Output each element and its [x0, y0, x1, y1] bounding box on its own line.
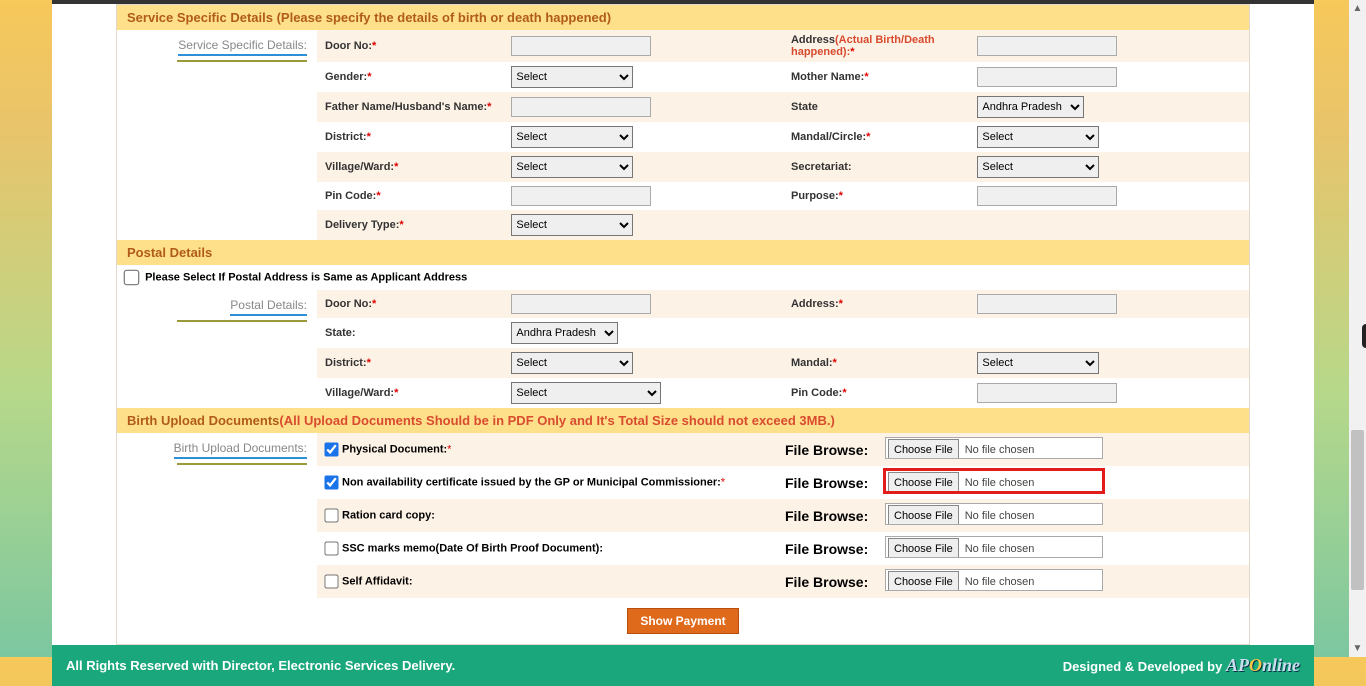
p-address-label: Address:	[791, 298, 839, 310]
postal-same-label: Please Select If Postal Address is Same …	[145, 271, 467, 283]
state-select[interactable]: Andhra Pradesh	[977, 96, 1084, 118]
p-door-label: Door No:	[325, 298, 372, 310]
upload-label-3: SSC marks memo(Date Of Birth Proof Docum…	[342, 542, 603, 554]
scroll-down-icon[interactable]: ▼	[1349, 640, 1366, 657]
service-section-header: Service Specific Details (Please specify…	[117, 5, 1249, 30]
upload-label-2: Ration card copy:	[342, 509, 435, 521]
p-village-label: Village/Ward:	[325, 387, 394, 399]
p-state-label: State:	[325, 327, 356, 339]
show-payment-button[interactable]: Show Payment	[627, 608, 738, 634]
upload-section-header: Birth Upload Documents(All Upload Docume…	[117, 408, 1249, 433]
aponline-logo: APOnline	[1226, 655, 1300, 675]
postal-section-header: Postal Details	[117, 240, 1249, 265]
upload-label-0: Physical Document:	[342, 443, 447, 455]
father-label: Father Name/Husband's Name:	[325, 101, 487, 113]
upload-side-label: Birth Upload Documents:	[117, 433, 317, 598]
p-pincode-input[interactable]	[977, 383, 1117, 403]
district-select[interactable]: Select	[511, 126, 633, 148]
choose-file-button-0[interactable]: Choose File	[888, 439, 959, 459]
delivery-select[interactable]: Select	[511, 214, 633, 236]
upload-label-4: Self Affidavit:	[342, 575, 413, 587]
p-address-input[interactable]	[977, 294, 1117, 314]
file-browse-label-0: File Browse:	[777, 433, 877, 466]
upload-checkbox-2[interactable]	[324, 508, 338, 522]
file-input-0[interactable]: Choose FileNo file chosen	[885, 437, 1103, 459]
file-input-4[interactable]: Choose FileNo file chosen	[885, 569, 1103, 591]
state-label: State	[791, 101, 818, 113]
choose-file-button-3[interactable]: Choose File	[888, 538, 959, 558]
file-input-2[interactable]: Choose FileNo file chosen	[885, 503, 1103, 525]
no-file-text-0: No file chosen	[959, 444, 1035, 456]
pincode-input[interactable]	[511, 186, 651, 206]
district-label: District:	[325, 131, 367, 143]
mother-input[interactable]	[977, 67, 1117, 87]
file-input-1[interactable]: Choose FileNo file chosen	[885, 470, 1103, 492]
village-select[interactable]: Select	[511, 156, 633, 178]
upload-label-1: Non availability certificate issued by t…	[342, 476, 721, 488]
upload-checkbox-3[interactable]	[324, 541, 338, 555]
upload-checkbox-4[interactable]	[324, 574, 338, 588]
secretariat-select[interactable]: Select	[977, 156, 1099, 178]
no-file-text-3: No file chosen	[959, 543, 1035, 555]
secretariat-label: Secretariat:	[791, 161, 852, 173]
gender-select[interactable]: Select	[511, 66, 633, 88]
p-door-input[interactable]	[511, 294, 651, 314]
upload-checkbox-0[interactable]	[324, 442, 338, 456]
address-input[interactable]	[977, 36, 1117, 56]
purpose-label: Purpose:	[791, 190, 839, 202]
file-browse-label-4: File Browse:	[777, 565, 877, 598]
address-label: Address	[791, 34, 835, 46]
p-mandal-select[interactable]: Select	[977, 352, 1099, 374]
door-no-label: Door No:	[325, 40, 372, 52]
gender-label: Gender:	[325, 71, 367, 83]
postal-side-label: Postal Details:	[117, 290, 317, 408]
no-file-text-4: No file chosen	[959, 576, 1035, 588]
choose-file-button-2[interactable]: Choose File	[888, 505, 959, 525]
no-file-text-2: No file chosen	[959, 510, 1035, 522]
choose-file-button-4[interactable]: Choose File	[888, 571, 959, 591]
mother-label: Mother Name:	[791, 71, 864, 83]
pincode-label: Pin Code:	[325, 190, 376, 202]
delivery-label: Delivery Type:	[325, 219, 399, 231]
scroll-thumb[interactable]	[1351, 430, 1364, 590]
side-knob-icon	[1362, 324, 1366, 348]
file-browse-label-1: File Browse:	[777, 466, 877, 499]
p-village-select[interactable]: Select	[511, 382, 661, 404]
p-pincode-label: Pin Code:	[791, 387, 842, 399]
file-browse-label-2: File Browse:	[777, 499, 877, 532]
door-no-input[interactable]	[511, 36, 651, 56]
p-district-select[interactable]: Select	[511, 352, 633, 374]
footer-right: Designed & Developed by	[1063, 659, 1223, 674]
footer-left: All Rights Reserved with Director, Elect…	[66, 658, 455, 673]
footer: All Rights Reserved with Director, Elect…	[52, 645, 1314, 686]
file-input-3[interactable]: Choose FileNo file chosen	[885, 536, 1103, 558]
service-side-label: Service Specific Details:	[117, 30, 317, 240]
file-browse-label-3: File Browse:	[777, 532, 877, 565]
upload-checkbox-1[interactable]	[324, 475, 338, 489]
p-mandal-label: Mandal:	[791, 357, 833, 369]
mandal-select[interactable]: Select	[977, 126, 1099, 148]
purpose-input[interactable]	[977, 186, 1117, 206]
choose-file-button-1[interactable]: Choose File	[888, 472, 959, 492]
p-district-label: District:	[325, 357, 367, 369]
main-form: Service Specific Details (Please specify…	[116, 4, 1250, 645]
scroll-up-icon[interactable]: ▲	[1349, 0, 1366, 17]
mandal-label: Mandal/Circle:	[791, 131, 866, 143]
father-input[interactable]	[511, 97, 651, 117]
no-file-text-1: No file chosen	[959, 477, 1035, 489]
p-state-select[interactable]: Andhra Pradesh	[511, 322, 618, 344]
village-label: Village/Ward:	[325, 161, 394, 173]
postal-same-checkbox[interactable]	[124, 270, 140, 286]
